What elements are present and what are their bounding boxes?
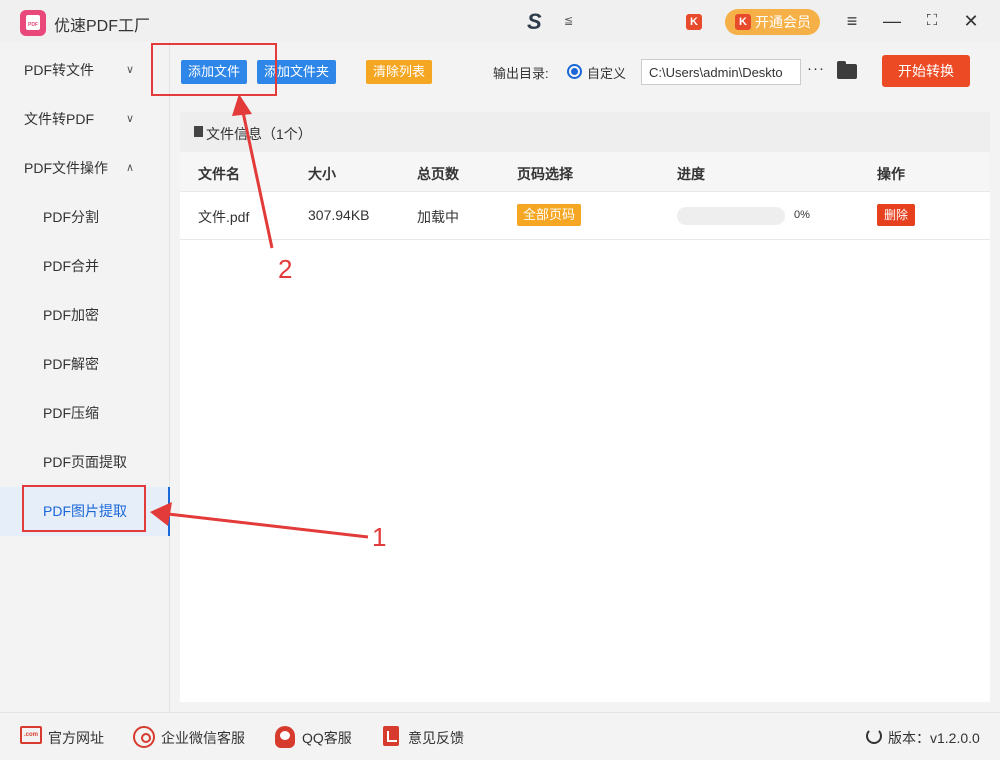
total-pages: 加载中 [417, 209, 459, 225]
sidebar-item-pdf-page-extract[interactable]: PDF页面提取 [0, 438, 170, 487]
document-icon [194, 126, 203, 137]
vip-label: 开通会员 [755, 14, 811, 30]
file-name: 文件.pdf [198, 209, 250, 225]
sidebar: PDF转文件 ∨ 文件转PDF ∨ PDF文件操作 ∧ PDF分割 PDF合并 … [0, 42, 170, 712]
chevron-down-icon: ∨ [126, 64, 135, 76]
column-header: 进度 [677, 166, 705, 182]
table-header: 文件名 大小 总页数 页码选择 进度 操作 [180, 152, 990, 192]
vip-icon: K [735, 14, 751, 30]
feedback-link[interactable]: 意见反馈 [408, 728, 464, 748]
delete-button[interactable]: 删除 [877, 204, 916, 226]
custom-dir-radio-label[interactable]: 自定义 [587, 63, 626, 82]
k-icon[interactable]: K [686, 14, 702, 30]
sidebar-item-pdf-compress[interactable]: PDF压缩 [0, 389, 170, 438]
wechat-icon[interactable] [133, 726, 155, 748]
progress-text: 0% [794, 209, 810, 221]
annotation-label-1: 1 [372, 522, 387, 552]
website-link[interactable]: 官方网址 [48, 728, 104, 748]
progress-bar [677, 207, 785, 225]
sidebar-item-pdf-split[interactable]: PDF分割 [0, 193, 170, 242]
version-text: 版本：v1.2.0.0 [888, 730, 980, 746]
sidebar-item-pdf-decrypt[interactable]: PDF解密 [0, 340, 170, 389]
page-select-button[interactable]: 全部页码 [517, 204, 582, 226]
vip-button[interactable]: K 开通会员 [725, 9, 820, 35]
maximize-icon[interactable]: ⛶ [920, 9, 944, 33]
sidebar-item-pdf-encrypt[interactable]: PDF加密 [0, 291, 170, 340]
title-bar: 优速PDF工厂 S ≦ K K 开通会员 ≡ — ⛶ ✕ [0, 0, 1000, 42]
sidebar-item-pdf-merge[interactable]: PDF合并 [0, 242, 170, 291]
start-convert-button[interactable]: 开始转换 [882, 55, 970, 87]
toolbar: 添加文件 添加文件夹 清除列表 输出目录: 自定义 ··· 开始转换 [170, 42, 1000, 102]
folder-icon[interactable] [837, 61, 857, 79]
sidebar-item-label: PDF转文件 [24, 62, 94, 78]
annotation-label-2: 2 [278, 254, 293, 284]
feedback-icon[interactable] [383, 726, 399, 746]
minimize-icon[interactable]: — [880, 9, 904, 33]
sidebar-item-label: 文件转PDF [24, 111, 94, 127]
file-panel-title: 文件信息（1个） [206, 126, 312, 142]
chevron-down-icon: ∨ [126, 113, 135, 125]
menu-icon[interactable]: ≡ [840, 9, 864, 33]
brand-s-icon: S [527, 9, 542, 34]
sidebar-item-pdf-image-extract[interactable]: PDF图片提取 [0, 487, 170, 536]
output-dir-label: 输出目录: [493, 66, 549, 81]
more-icon[interactable]: ··· [807, 60, 825, 77]
column-header: 页码选择 [517, 166, 573, 182]
output-path-input[interactable] [641, 59, 801, 85]
table-row[interactable]: 文件.pdf 307.94KB 加载中 全部页码 0% 删除 [180, 192, 990, 240]
close-icon[interactable]: ✕ [959, 9, 983, 33]
clear-list-button[interactable]: 清除列表 [366, 60, 433, 84]
file-panel: 文件信息（1个） 文件名 大小 总页数 页码选择 进度 操作 文件.pdf 30… [180, 112, 990, 702]
sidebar-item-file-to-pdf[interactable]: 文件转PDF ∨ [0, 95, 170, 144]
column-header: 操作 [877, 166, 905, 182]
brand-sub-icon: ≦ [564, 15, 574, 27]
footer: .com 官方网址 企业微信客服 QQ客服 意见反馈 版本：v1.2.0.0 [0, 712, 1000, 760]
custom-dir-radio[interactable] [567, 64, 582, 79]
sidebar-item-pdf-to-file[interactable]: PDF转文件 ∨ [0, 46, 170, 95]
file-size: 307.94KB [308, 207, 370, 223]
qq-support-link[interactable]: QQ客服 [302, 728, 352, 748]
qq-icon[interactable] [275, 726, 295, 748]
column-header: 大小 [308, 166, 336, 182]
app-title: 优速PDF工厂 [54, 18, 151, 35]
column-header: 总页数 [417, 166, 459, 182]
add-folder-button[interactable]: 添加文件夹 [257, 60, 337, 84]
file-panel-header: 文件信息（1个） [180, 112, 990, 152]
column-header: 文件名 [198, 166, 240, 182]
sidebar-item-label: PDF文件操作 [24, 160, 108, 176]
website-icon[interactable]: .com [20, 726, 42, 744]
wechat-support-link[interactable]: 企业微信客服 [161, 728, 245, 748]
add-file-button[interactable]: 添加文件 [181, 60, 248, 84]
app-logo-icon [20, 10, 46, 36]
refresh-icon[interactable] [866, 728, 882, 744]
sidebar-item-pdf-ops[interactable]: PDF文件操作 ∧ [0, 144, 170, 193]
chevron-up-icon: ∧ [126, 162, 135, 174]
